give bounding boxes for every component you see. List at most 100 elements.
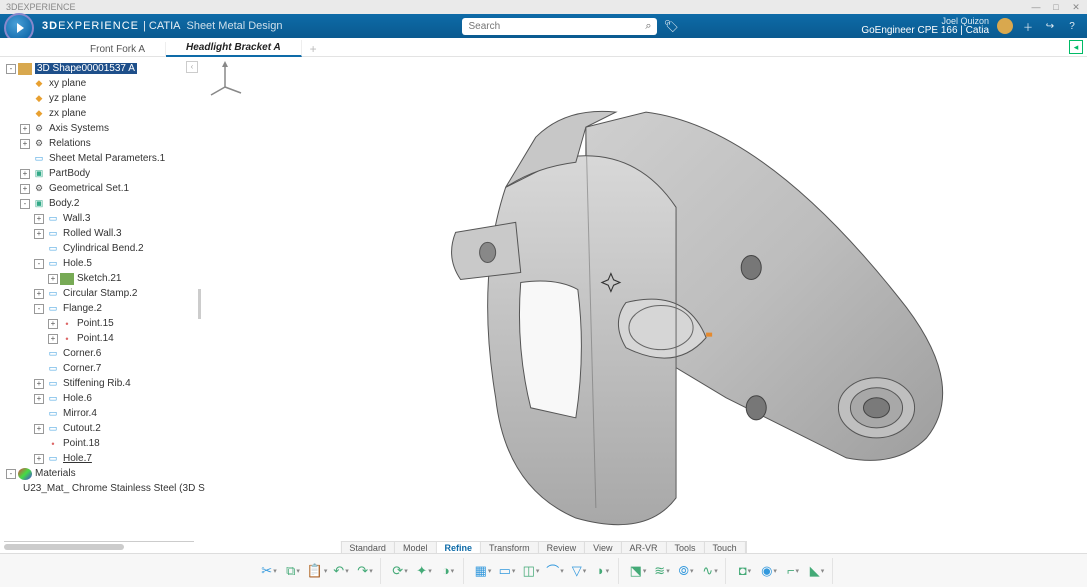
view-triad[interactable] <box>205 57 245 97</box>
tree-label[interactable]: PartBody <box>49 168 90 179</box>
tree-label[interactable]: Rolled Wall.3 <box>63 228 122 239</box>
tree-expander[interactable]: + <box>20 139 30 149</box>
tree-label[interactable]: xy plane <box>49 78 86 89</box>
help-icon[interactable]: ? <box>1065 19 1079 33</box>
tree-expander[interactable]: - <box>34 304 44 314</box>
tree-scrollbar[interactable] <box>4 541 194 551</box>
tree-label[interactable]: Circular Stamp.2 <box>63 288 137 299</box>
tree-expander[interactable]: + <box>48 319 58 329</box>
tree-node[interactable]: +•Point.15 <box>4 316 205 331</box>
tree-expander[interactable]: + <box>34 424 44 434</box>
tree-label[interactable]: Axis Systems <box>49 123 109 134</box>
tree-label[interactable]: yz plane <box>49 93 86 104</box>
tree-collapse-icon[interactable]: ‹ <box>186 61 198 73</box>
tree-label[interactable]: Cutout.2 <box>63 423 101 434</box>
bend-icon[interactable]: ⌒▾ <box>544 560 566 582</box>
viewport-3d[interactable] <box>205 57 1087 553</box>
tree-node[interactable]: •Point.18 <box>4 436 205 451</box>
tree-label[interactable]: Sketch.21 <box>77 273 121 284</box>
redo-icon[interactable]: ↷▾ <box>354 560 376 582</box>
tree-label[interactable]: Sheet Metal Parameters.1 <box>49 153 165 164</box>
tree-node[interactable]: +▣PartBody <box>4 166 205 181</box>
search-icon[interactable]: ⌕ <box>639 20 657 33</box>
spec-tree[interactable]: ‹ -3D Shape00001537 A◆xy plane◆yz plane◆… <box>0 57 205 553</box>
undo-icon[interactable]: ↶▾ <box>330 560 352 582</box>
tree-label[interactable]: Hole.5 <box>63 258 92 269</box>
tree-node[interactable]: +⚙Relations <box>4 136 205 151</box>
tree-expander[interactable]: - <box>6 469 16 479</box>
tree-node[interactable]: ▭Corner.6 <box>4 346 205 361</box>
tree-node[interactable]: -▣Body.2 <box>4 196 205 211</box>
hopper-icon[interactable]: ▽▾ <box>568 560 590 582</box>
tree-label[interactable]: Corner.7 <box>63 363 101 374</box>
extrusion-icon[interactable]: ◫▾ <box>520 560 542 582</box>
tree-expander[interactable]: + <box>34 289 44 299</box>
window-close-button[interactable]: ✕ <box>1071 2 1081 13</box>
tree-node[interactable]: ◆xy plane <box>4 76 205 91</box>
tree-expander[interactable]: + <box>34 229 44 239</box>
cutout-icon[interactable]: ◘▾ <box>734 560 756 582</box>
update-icon[interactable]: ⟳▾ <box>389 560 411 582</box>
tree-label[interactable]: 3D Shape00001537 A <box>35 63 137 74</box>
tear-icon[interactable]: ⦾▾ <box>675 560 697 582</box>
tree-label[interactable]: Stiffening Rib.4 <box>63 378 131 389</box>
tree-node[interactable]: +⚙Geometrical Set.1 <box>4 181 205 196</box>
tree-expander[interactable]: + <box>34 454 44 464</box>
material-icon[interactable]: ◑▾ <box>437 560 459 582</box>
tree-node[interactable]: -Materials <box>4 466 205 481</box>
tree-label[interactable]: Relations <box>49 138 91 149</box>
tree-expander[interactable]: + <box>20 184 30 194</box>
tree-label[interactable]: Point.14 <box>77 333 114 344</box>
flange-icon[interactable]: ⬔▾ <box>627 560 649 582</box>
tree-expander[interactable]: - <box>6 64 16 74</box>
tree-node[interactable]: +▭Hole.6 <box>4 391 205 406</box>
hole-icon[interactable]: ◉▾ <box>758 560 780 582</box>
wall-icon[interactable]: ▭▾ <box>496 560 518 582</box>
tree-node[interactable]: +•Point.14 <box>4 331 205 346</box>
recognize-icon[interactable]: ▦▾ <box>472 560 494 582</box>
tree-expander[interactable]: - <box>34 259 44 269</box>
tree-expander[interactable]: - <box>20 199 30 209</box>
tree-label[interactable]: zx plane <box>49 108 86 119</box>
tree-node[interactable]: +⚙Axis Systems <box>4 121 205 136</box>
tree-node[interactable]: +▭Wall.3 <box>4 211 205 226</box>
tree-expander[interactable]: + <box>20 169 30 179</box>
tree-node[interactable]: U23_Mat_ Chrome Stainless Steel (3D Sh <box>4 481 205 496</box>
tree-label[interactable]: Wall.3 <box>63 213 90 224</box>
tree-node[interactable]: -▭Hole.5 <box>4 256 205 271</box>
tree-expander[interactable]: + <box>48 334 58 344</box>
copy-icon[interactable]: ⧉▾ <box>282 560 304 582</box>
tree-node[interactable]: +▭Circular Stamp.2 <box>4 286 205 301</box>
chamfer-icon[interactable]: ◣▾ <box>806 560 828 582</box>
tree-label[interactable]: Point.18 <box>63 438 100 449</box>
tree-node[interactable]: ▭Mirror.4 <box>4 406 205 421</box>
tree-node[interactable]: -▭Flange.2 <box>4 301 205 316</box>
search-box[interactable]: ⌕ <box>462 18 657 35</box>
tree-label[interactable]: Point.15 <box>77 318 114 329</box>
axis-icon[interactable]: ✦▾ <box>413 560 435 582</box>
corner-icon[interactable]: ⌐▾ <box>782 560 804 582</box>
tree-expander[interactable]: + <box>48 274 58 284</box>
tree-node[interactable]: ▭Cylindrical Bend.2 <box>4 241 205 256</box>
tab-headlight-bracket[interactable]: Headlight Bracket A <box>166 40 302 57</box>
tree-label[interactable]: Hole.6 <box>63 393 92 404</box>
tree-node[interactable]: ▭Corner.7 <box>4 361 205 376</box>
tab-front-fork[interactable]: Front Fork A <box>70 42 166 57</box>
tree-label[interactable]: Geometrical Set.1 <box>49 183 129 194</box>
tree-expander[interactable]: + <box>20 124 30 134</box>
tree-node[interactable]: ▭Sheet Metal Parameters.1 <box>4 151 205 166</box>
tree-node[interactable]: +▭Stiffening Rib.4 <box>4 376 205 391</box>
tree-node[interactable]: +▭Cutout.2 <box>4 421 205 436</box>
tree-node[interactable]: - 3D Shape00001537 A <box>4 61 205 76</box>
tree-label[interactable]: Body.2 <box>49 198 79 209</box>
scissors-icon[interactable]: ✂▾ <box>258 560 280 582</box>
share-icon[interactable]: ↪ <box>1043 19 1057 33</box>
add-icon[interactable]: ＋ <box>1021 19 1035 33</box>
splitter[interactable] <box>198 60 201 547</box>
collapse-panel-button[interactable]: ◂ <box>1069 40 1083 54</box>
tab-add-button[interactable]: + <box>302 42 325 56</box>
hem-icon[interactable]: ≋▾ <box>651 560 673 582</box>
tree-node[interactable]: ◆yz plane <box>4 91 205 106</box>
tree-expander[interactable]: + <box>34 394 44 404</box>
avatar[interactable] <box>997 18 1013 34</box>
